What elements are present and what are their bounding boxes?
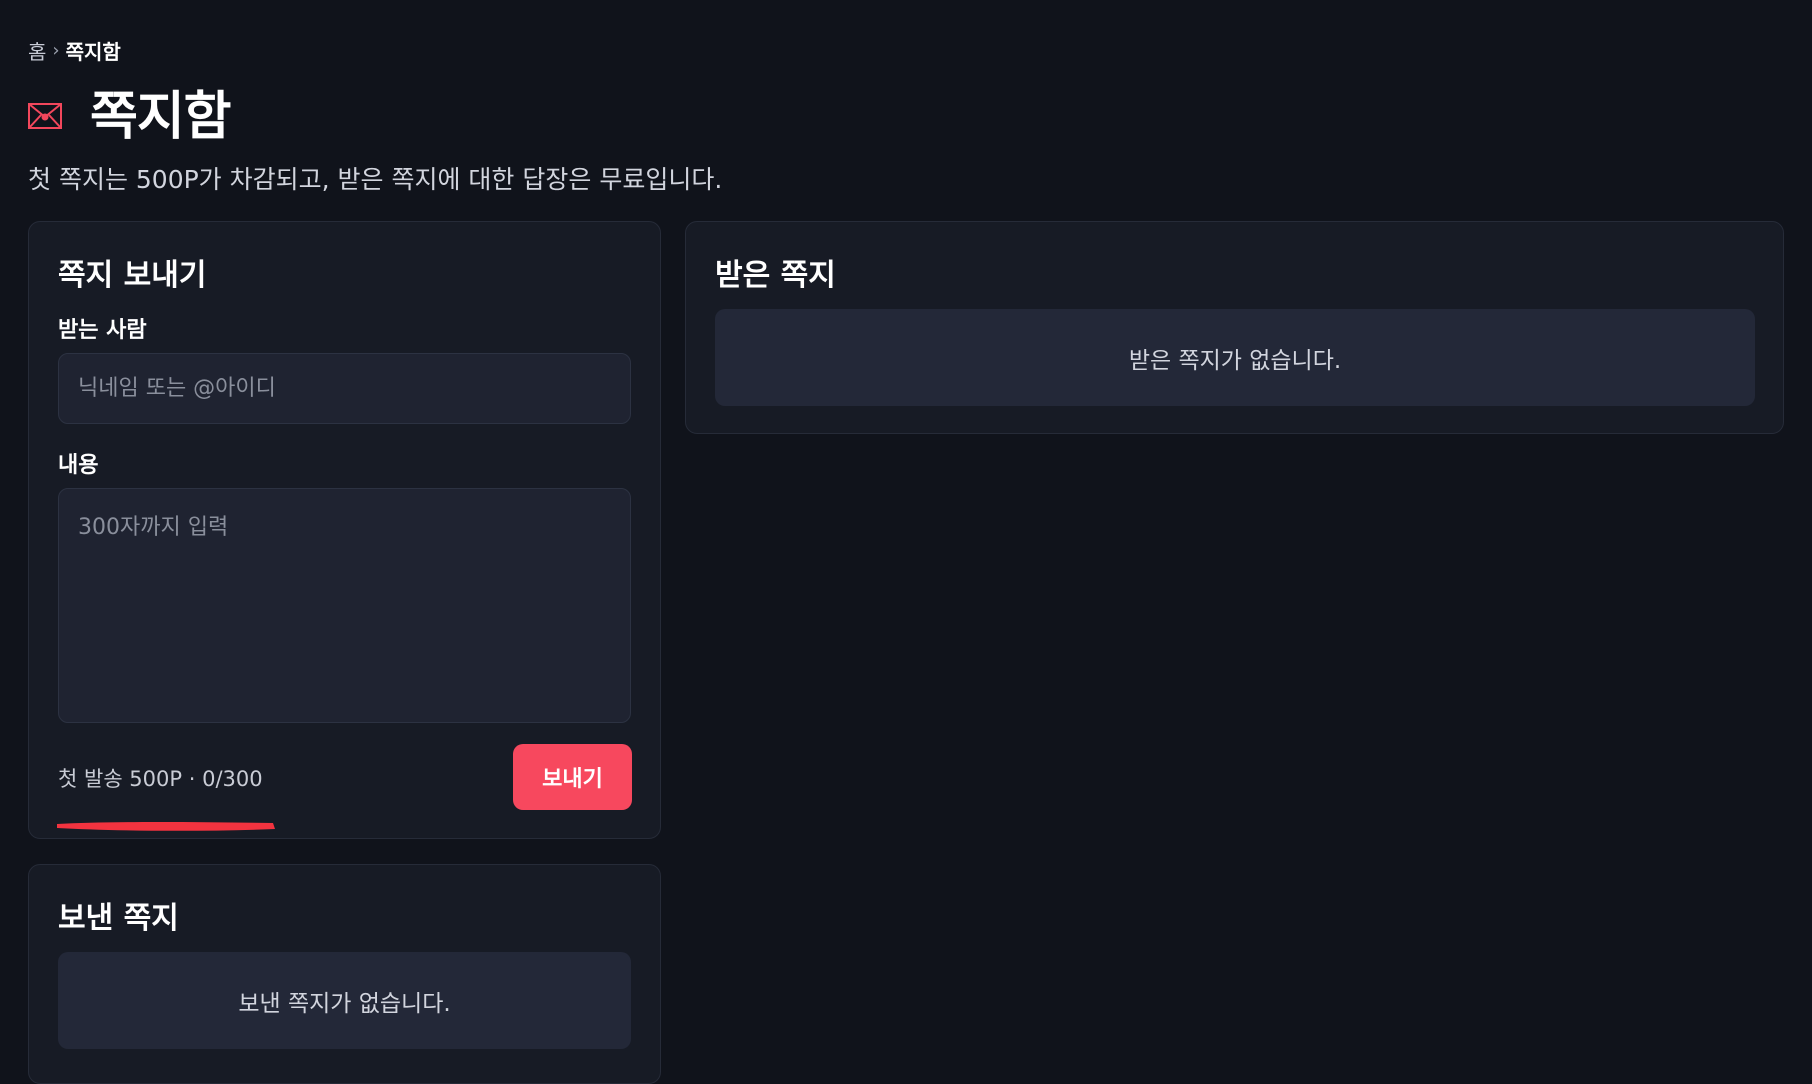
sent-empty-state: 보낸 쪽지가 없습니다. <box>58 952 631 1049</box>
sent-title: 보낸 쪽지 <box>58 901 179 936</box>
page-subtitle: 첫 쪽지는 500P가 차감되고, 받은 쪽지에 대한 답장은 무료입니다. <box>28 165 723 194</box>
compose-title: 쪽지 보내기 <box>58 258 207 293</box>
sent-card: 보낸 쪽지 보낸 쪽지가 없습니다. <box>28 864 661 1084</box>
inbox-empty-state: 받은 쪽지가 없습니다. <box>715 309 1755 406</box>
breadcrumb-separator: › <box>52 40 60 61</box>
inbox-title: 받은 쪽지 <box>715 258 836 293</box>
page-title: 쪽지함 <box>90 87 232 147</box>
page-header: 쪽지함 <box>28 74 232 149</box>
char-counter: 첫 발송 500P · 0/300 <box>58 767 263 791</box>
content-textarea[interactable] <box>58 488 631 723</box>
content-label: 내용 <box>58 453 99 478</box>
breadcrumb: 홈 › 쪽지함 <box>28 36 121 65</box>
breadcrumb-home-link[interactable]: 홈 <box>28 36 46 65</box>
inbox-card: 받은 쪽지 받은 쪽지가 없습니다. <box>685 221 1784 434</box>
recipient-input[interactable] <box>58 353 631 424</box>
compose-card: 쪽지 보내기 받는 사람 내용 첫 발송 500P · 0/300 보내기 <box>28 221 661 839</box>
envelope-icon <box>28 102 62 129</box>
red-underline-annotation <box>57 822 275 831</box>
breadcrumb-current: 쪽지함 <box>65 40 121 64</box>
send-button[interactable]: 보내기 <box>513 744 632 810</box>
recipient-label: 받는 사람 <box>58 318 147 343</box>
